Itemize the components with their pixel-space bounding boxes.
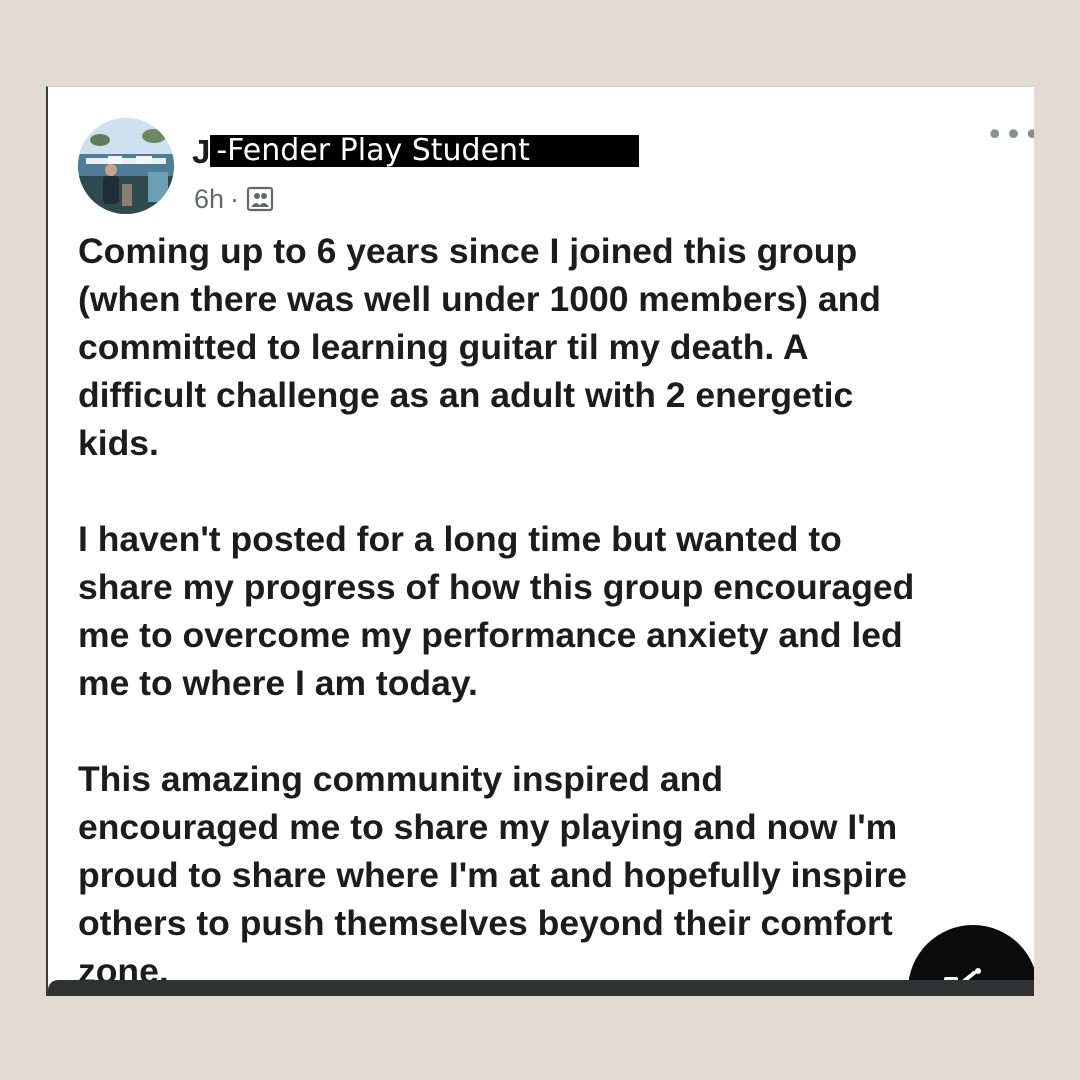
author-avatar[interactable]	[78, 118, 174, 214]
more-horizontal-icon: •••	[985, 118, 1034, 153]
more-options-button[interactable]: •••	[986, 121, 1034, 151]
post-card: J -Fender Play Student 6h · ••• Coming u…	[46, 86, 1034, 996]
author-name-row[interactable]: J -Fender Play Student	[192, 131, 640, 171]
bottom-bar	[48, 980, 1034, 996]
post-paragraph: This amazing community inspired and enco…	[78, 759, 908, 991]
post-meta: 6h ·	[194, 181, 275, 217]
group-icon	[245, 185, 275, 213]
post-text: Coming up to 6 years since I joined this…	[78, 227, 1034, 996]
meta-separator: ·	[230, 183, 240, 214]
post-timestamp[interactable]: 6h	[194, 184, 224, 215]
avatar-photo	[78, 118, 174, 214]
post-paragraph: Coming up to 6 years since I joined this…	[78, 231, 881, 463]
author-name[interactable]: J	[192, 135, 210, 168]
post-paragraph: I haven't posted for a long time but wan…	[78, 519, 915, 703]
author-label-overlay: -Fender Play Student	[210, 135, 640, 167]
